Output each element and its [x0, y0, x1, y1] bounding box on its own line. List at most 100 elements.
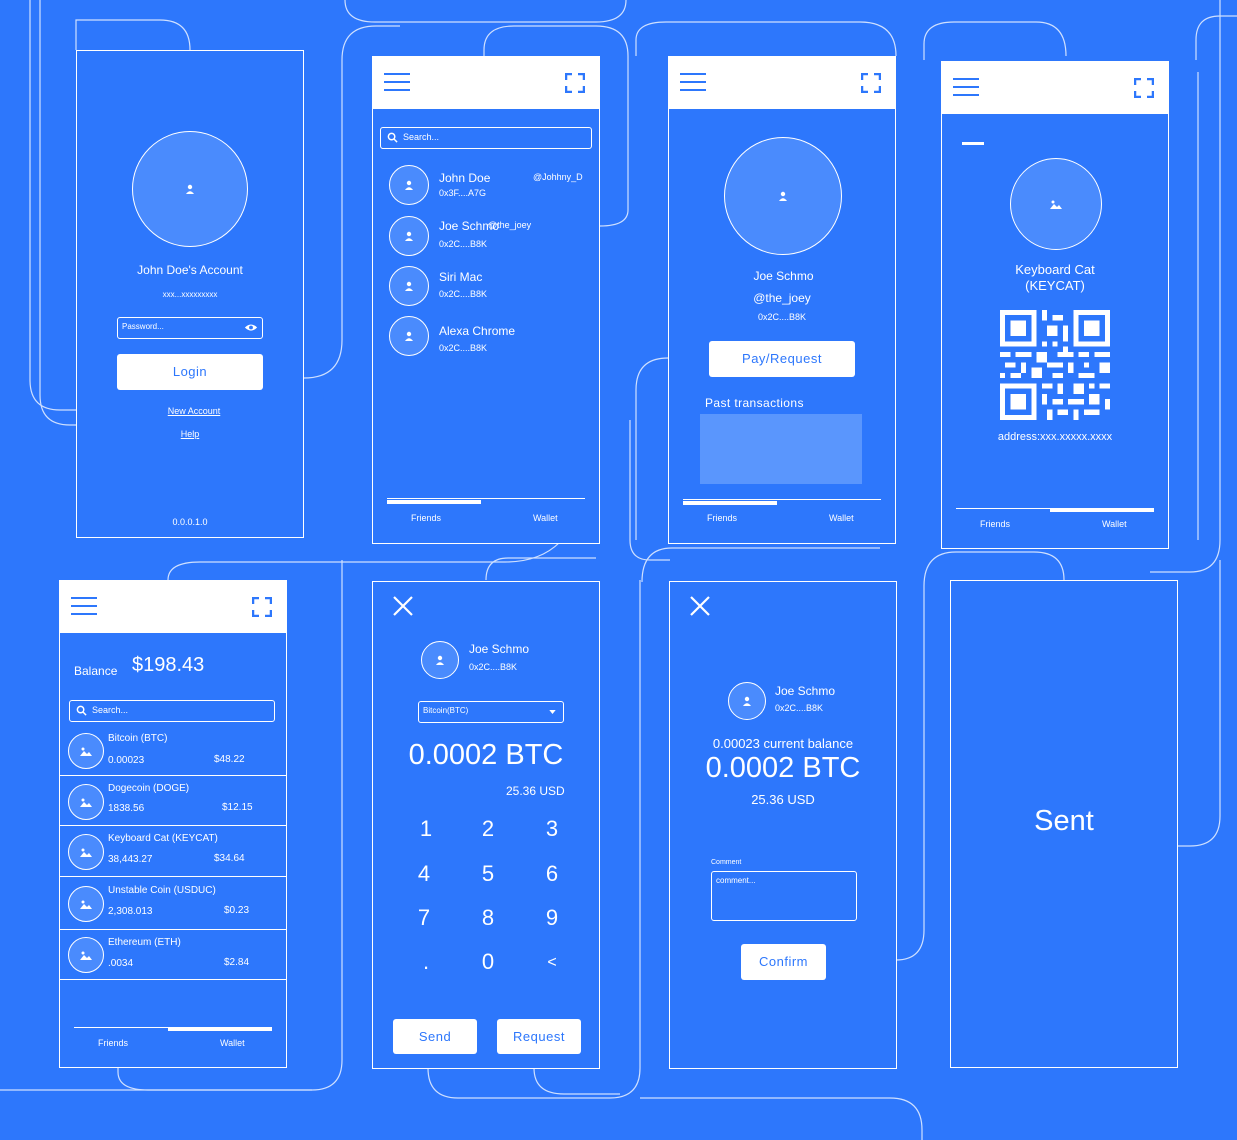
keypad-key-1[interactable]: 1 — [411, 816, 441, 842]
friend-name: John Doe — [439, 171, 491, 185]
back-dash-icon[interactable] — [962, 142, 984, 145]
close-icon[interactable] — [392, 595, 414, 617]
coin-value: $0.23 — [224, 905, 250, 916]
row-divider — [60, 825, 286, 826]
password-placeholder: Password... — [122, 322, 164, 331]
person-icon — [405, 231, 413, 241]
menu-icon[interactable] — [680, 73, 706, 93]
coin-value: $48.22 — [214, 754, 245, 765]
tab-wallet[interactable]: Wallet — [220, 1038, 245, 1048]
keypad-key-5[interactable]: 5 — [473, 861, 503, 887]
header-bar — [669, 57, 895, 109]
request-button[interactable]: Request — [497, 1019, 581, 1054]
comment-placeholder: comment... — [716, 876, 756, 885]
search-placeholder: Search... — [403, 132, 440, 142]
keypad-key-7[interactable]: 7 — [409, 905, 439, 931]
keypad-key-2[interactable]: 2 — [473, 816, 503, 842]
friends-search-input[interactable]: Search... — [380, 127, 592, 149]
person-icon — [436, 655, 444, 665]
help-link[interactable]: Help — [77, 429, 303, 439]
keypad-key-backspace[interactable]: < — [537, 954, 567, 972]
coin-name: Unstable Coin (USDUC) — [108, 885, 216, 896]
friend-address: 0x2C....B8K — [439, 289, 488, 299]
tab-wallet[interactable]: Wallet — [1102, 519, 1127, 529]
scan-icon[interactable] — [252, 597, 272, 617]
profile-address: 0x2C....B8K — [757, 312, 807, 322]
recipient-address: 0x2C....B8K — [775, 703, 824, 713]
row-divider — [60, 775, 286, 776]
keypad-key-6[interactable]: 6 — [537, 861, 567, 887]
keypad-key-0[interactable]: 0 — [473, 949, 503, 975]
eye-icon[interactable] — [244, 323, 258, 332]
header-bar — [942, 62, 1168, 114]
row-divider — [60, 876, 286, 877]
friend-avatar — [389, 316, 429, 356]
amount-display: 0.0002 BTC — [408, 739, 564, 771]
tab-bar-line — [683, 499, 881, 500]
profile-handle: @the_joey — [753, 291, 811, 305]
keypad-key-dot[interactable]: . — [411, 949, 441, 975]
friend-address: 0x2C....B8K — [439, 239, 488, 249]
search-icon — [76, 705, 87, 716]
close-icon[interactable] — [689, 595, 711, 617]
profile-name: Joe Schmo — [753, 269, 814, 283]
password-field[interactable]: Password... — [117, 317, 263, 339]
coin-icon — [68, 834, 104, 870]
tab-active-indicator — [387, 500, 481, 504]
version-label: 0.0.0.1.0 — [172, 517, 208, 527]
coin-avatar — [1010, 158, 1102, 250]
search-icon — [387, 132, 398, 143]
person-icon — [405, 331, 413, 341]
person-icon — [779, 191, 787, 201]
coin-detail-screen: Keyboard Cat (KEYCAT) address:xxx.xxxxx.… — [941, 61, 1169, 549]
tab-friends[interactable]: Friends — [98, 1038, 128, 1048]
image-icon — [1050, 200, 1062, 209]
menu-icon[interactable] — [953, 78, 979, 98]
new-account-link[interactable]: New Account — [77, 406, 303, 416]
scan-icon[interactable] — [861, 73, 881, 93]
send-button[interactable]: Send — [393, 1019, 477, 1054]
pay-request-button[interactable]: Pay/Request — [709, 341, 855, 377]
tab-wallet[interactable]: Wallet — [533, 513, 558, 523]
wallet-search-input[interactable]: Search... — [69, 700, 275, 722]
recipient-avatar — [728, 682, 766, 720]
tab-bar-line — [387, 498, 585, 499]
friend-handle: @the_joey — [488, 220, 532, 230]
tab-wallet[interactable]: Wallet — [829, 513, 854, 523]
row-divider — [60, 929, 286, 930]
keypad-key-9[interactable]: 9 — [537, 905, 567, 931]
login-button[interactable]: Login — [117, 354, 263, 390]
tab-active-indicator — [168, 1027, 272, 1031]
keypad-key-3[interactable]: 3 — [537, 816, 567, 842]
coin-icon — [68, 886, 104, 922]
friend-address: 0x2C....B8K — [439, 343, 488, 353]
coin-name: Bitcoin (BTC) — [108, 733, 168, 744]
friend-avatar — [389, 216, 429, 256]
scan-icon[interactable] — [1134, 78, 1154, 98]
confirm-button[interactable]: Confirm — [741, 944, 826, 980]
comment-textarea[interactable]: comment... — [711, 871, 857, 921]
menu-icon[interactable] — [384, 73, 410, 93]
tab-active-indicator — [683, 501, 777, 505]
tab-friends[interactable]: Friends — [980, 519, 1010, 529]
currency-select[interactable]: Bitcoin(BTC) — [418, 701, 564, 723]
comment-label: Comment — [711, 859, 742, 866]
menu-icon[interactable] — [71, 597, 97, 617]
recipient-name: Joe Schmo — [775, 684, 836, 698]
wallet-screen: Balance $198.43 Search... Bitcoin (BTC) … — [59, 580, 287, 1068]
friend-avatar — [389, 266, 429, 306]
coin-name: Ethereum (ETH) — [108, 937, 181, 948]
keypad-key-8[interactable]: 8 — [473, 905, 503, 931]
tab-friends[interactable]: Friends — [707, 513, 737, 523]
past-transactions-area — [700, 414, 862, 484]
friend-address: 0x3F....A7G — [439, 188, 487, 198]
coin-value: $2.84 — [224, 957, 250, 968]
tab-friends[interactable]: Friends — [411, 513, 441, 523]
image-icon — [80, 798, 92, 807]
keypad-key-4[interactable]: 4 — [409, 861, 439, 887]
profile-avatar — [724, 137, 842, 255]
image-icon — [80, 951, 92, 960]
header-bar — [373, 57, 599, 109]
scan-icon[interactable] — [565, 73, 585, 93]
friend-avatar — [389, 165, 429, 205]
